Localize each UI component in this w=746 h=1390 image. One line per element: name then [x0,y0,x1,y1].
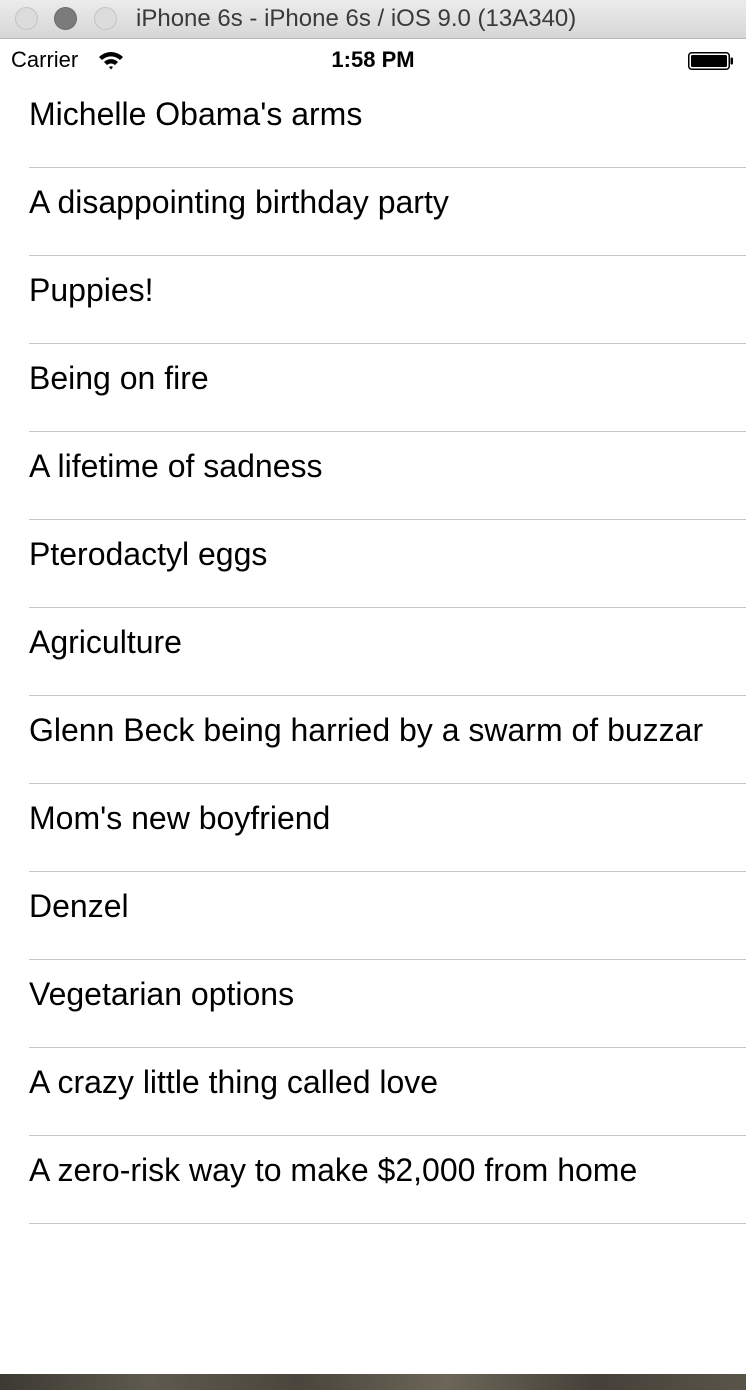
list-item[interactable]: Pterodactyl eggs [0,520,746,608]
desktop-background-strip [0,1374,746,1390]
list-item-label: Glenn Beck being harried by a swarm of b… [29,712,704,748]
list-item[interactable]: Glenn Beck being harried by a swarm of b… [0,696,746,784]
list-item[interactable]: Vegetarian options [0,960,746,1048]
list-item-label: Pterodactyl eggs [29,536,268,572]
list-item-label: A disappointing birthday party [29,184,449,220]
list-item[interactable]: Puppies! [0,256,746,344]
list-item-label: A zero-risk way to make $2,000 from home [29,1152,638,1188]
list-item[interactable]: Agriculture [0,608,746,696]
window-close-button[interactable] [15,7,38,30]
battery-icon [688,52,733,70]
list-item-label: Denzel [29,888,129,924]
status-time: 1:58 PM [331,47,415,72]
window-zoom-button[interactable] [94,7,117,30]
list-item-label: Vegetarian options [29,976,295,1012]
list-item[interactable]: A crazy little thing called love [0,1048,746,1136]
list-item[interactable]: A disappointing birthday party [0,168,746,256]
window-title: iPhone 6s - iPhone 6s / iOS 9.0 (13A340) [136,5,577,32]
list-item[interactable]: Mom's new boyfriend [0,784,746,872]
status-bar: Carrier 1:58 PM [0,39,746,80]
list-item[interactable]: Being on fire [0,344,746,432]
list-item-label: Michelle Obama's arms [29,96,363,132]
list-item-label: A lifetime of sadness [29,448,323,484]
list-item[interactable]: Michelle Obama's arms [0,80,746,168]
list-item-label: Mom's new boyfriend [29,800,331,836]
list-item[interactable]: A zero-risk way to make $2,000 from home [0,1136,746,1224]
list-item[interactable]: Denzel [0,872,746,960]
list-item-label: Being on fire [29,360,209,396]
window-minimize-button[interactable] [54,7,77,30]
table-view[interactable]: Michelle Obama's arms A disappointing bi… [0,80,746,1224]
list-item-label: Puppies! [29,272,154,308]
list-item-label: Agriculture [29,624,182,660]
list-item[interactable]: A lifetime of sadness [0,432,746,520]
simulator-title-bar: iPhone 6s - iPhone 6s / iOS 9.0 (13A340) [0,0,746,39]
list-item-label: A crazy little thing called love [29,1064,439,1100]
